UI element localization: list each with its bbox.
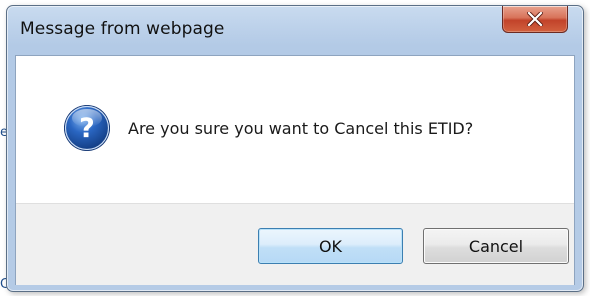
question-icon: ? [62, 103, 112, 153]
close-button[interactable] [502, 6, 568, 33]
svg-text:?: ? [79, 113, 95, 144]
cancel-button[interactable]: Cancel [423, 228, 569, 264]
dialog-title: Message from webpage [20, 19, 225, 39]
dialog-message: Are you sure you want to Cancel this ETI… [128, 119, 474, 138]
message-area: ? Are you sure you want to Cancel this E… [16, 56, 574, 203]
close-icon [527, 12, 543, 26]
ok-button[interactable]: OK [258, 228, 403, 264]
message-dialog: Message from webpage ? Are you sure you … [6, 5, 584, 292]
dialog-body: ? Are you sure you want to Cancel this E… [15, 55, 575, 285]
